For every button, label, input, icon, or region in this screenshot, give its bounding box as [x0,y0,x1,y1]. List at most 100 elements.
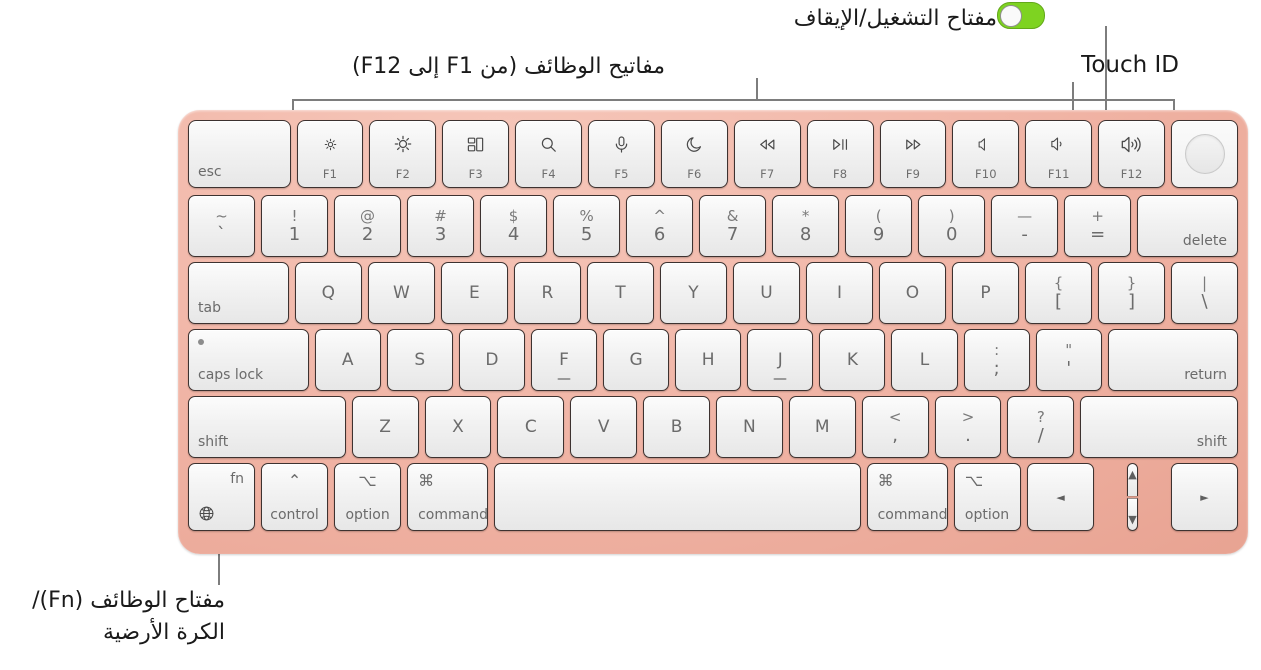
key-grave[interactable]: ~ ` [188,195,256,257]
key-caps-lock[interactable]: caps lock [188,329,309,391]
key-h[interactable]: H [675,329,742,391]
key-legend: Z [379,417,391,437]
key-w[interactable]: W [367,262,435,324]
key-c[interactable]: C [497,396,565,458]
key-legend: S [414,350,426,370]
moon-icon [662,121,727,167]
key-backslash[interactable]: | \ [1171,262,1239,324]
key-caption: F3 [468,167,483,181]
key-eight[interactable]: * 8 [772,195,840,257]
key-f2[interactable]: F2 [369,120,437,188]
key-nine[interactable]: (9 [845,195,913,257]
key-t[interactable]: T [586,262,654,324]
volume-up-icon [1099,121,1164,167]
key-x[interactable]: X [424,396,492,458]
arrow-down-icon[interactable]: ▼ [1127,497,1138,531]
key-quote[interactable]: " ' [1035,329,1102,391]
modifier-label: option [345,507,390,523]
key-f10[interactable]: F10 [952,120,1020,188]
key-two[interactable]: @2 [334,195,402,257]
key-arrow-left[interactable]: ◄ [1026,463,1094,531]
key-tab[interactable]: tab [188,262,289,324]
key-equals[interactable]: + = [1064,195,1132,257]
key-f9[interactable]: F9 [879,120,947,188]
key-legend: 2 [361,223,374,245]
key-e[interactable]: E [440,262,508,324]
key-semicolon[interactable]: :; [963,329,1030,391]
key-f11[interactable]: F11 [1025,120,1093,188]
key-g[interactable]: G [603,329,670,391]
key-f7[interactable]: F7 [733,120,801,188]
key-slash[interactable]: ? / [1007,396,1075,458]
key-q[interactable]: Q [294,262,362,324]
key-period[interactable]: >. [934,396,1002,458]
key-space[interactable] [494,463,861,531]
key-f1[interactable]: F1 [296,120,364,188]
key-shift-legend: ) [948,206,955,225]
key-shift-legend: ? [1036,407,1045,426]
key-r[interactable]: R [513,262,581,324]
key-fn-globe[interactable]: fn [188,463,256,531]
key-arrow-up-down[interactable]: ▲ ▼ [1100,463,1165,531]
key-seven[interactable]: & 7 [699,195,767,257]
key-legend: 9 [872,223,885,245]
arrow-up-icon[interactable]: ▲ [1127,463,1138,496]
key-y[interactable]: Y [659,262,727,324]
power-key-annotation-label: مفتاح التشغيل/الإيقاف [793,6,997,31]
key-minus[interactable]: — - [991,195,1059,257]
key-d[interactable]: D [458,329,525,391]
touch-id-button[interactable] [1171,120,1238,188]
key-f5[interactable]: F5 [588,120,655,188]
key-o[interactable]: O [878,262,946,324]
key-bracket-right[interactable]: }] [1098,262,1166,324]
key-i[interactable]: I [805,262,873,324]
key-p[interactable]: P [951,262,1019,324]
key-f6[interactable]: F6 [660,120,728,188]
key-k[interactable]: K [819,329,886,391]
brightness-up-icon [393,134,413,154]
key-z[interactable]: Z [351,396,419,458]
key-f8[interactable]: F8 [806,120,874,188]
key-delete[interactable]: delete [1137,195,1239,257]
key-five[interactable]: % 5 [553,195,621,257]
key-control-left[interactable]: ⌃ control [261,463,329,531]
key-f3[interactable]: F3 [442,120,510,188]
key-f[interactable]: F [530,329,598,391]
key-esc[interactable]: esc [188,120,291,188]
key-b[interactable]: B [643,396,710,458]
mute-icon [977,136,994,153]
key-option-left[interactable]: ⌥ option [334,463,402,531]
key-zero[interactable]: ) 0 [918,195,986,257]
key-command-left[interactable]: ⌘ command [407,463,489,531]
key-j[interactable]: J [747,329,814,391]
key-legend: 4 [507,223,520,245]
arrow-left-icon: ◄ [1056,490,1065,504]
key-bracket-left[interactable]: {[ [1024,262,1092,324]
key-arrow-right[interactable]: ► [1171,463,1239,531]
key-shift-left[interactable]: shift [188,396,346,458]
key-legend: F [559,350,569,370]
key-f4[interactable]: F4 [515,120,583,188]
key-n[interactable]: N [715,396,783,458]
modifier-label: control [270,507,319,523]
key-shift-right[interactable]: shift [1080,396,1238,458]
key-option-right[interactable]: ⌥ option [953,463,1021,531]
key-three[interactable]: #3 [407,195,475,257]
key-s[interactable]: S [386,329,453,391]
key-m[interactable]: M [788,396,856,458]
key-four[interactable]: $4 [480,195,548,257]
key-u[interactable]: U [732,262,800,324]
function-keys-leader-bracket [292,99,1175,101]
key-caption: F4 [541,167,556,181]
keyboard-row-function: esc F1 F2 F3 F4 F5 F6 F7 F8 F9 F10 F11 F12 [188,120,1238,188]
key-v[interactable]: V [570,396,638,458]
key-l[interactable]: L [891,329,958,391]
key-return[interactable]: return [1107,329,1239,391]
key-comma[interactable]: <, [861,396,929,458]
key-one[interactable]: ! 1 [261,195,329,257]
key-f12[interactable]: F12 [1098,120,1166,188]
key-six[interactable]: ^ 6 [626,195,694,257]
key-a[interactable]: A [314,329,381,391]
mission-control-icon [443,121,508,167]
key-command-right[interactable]: ⌘ command [866,463,948,531]
